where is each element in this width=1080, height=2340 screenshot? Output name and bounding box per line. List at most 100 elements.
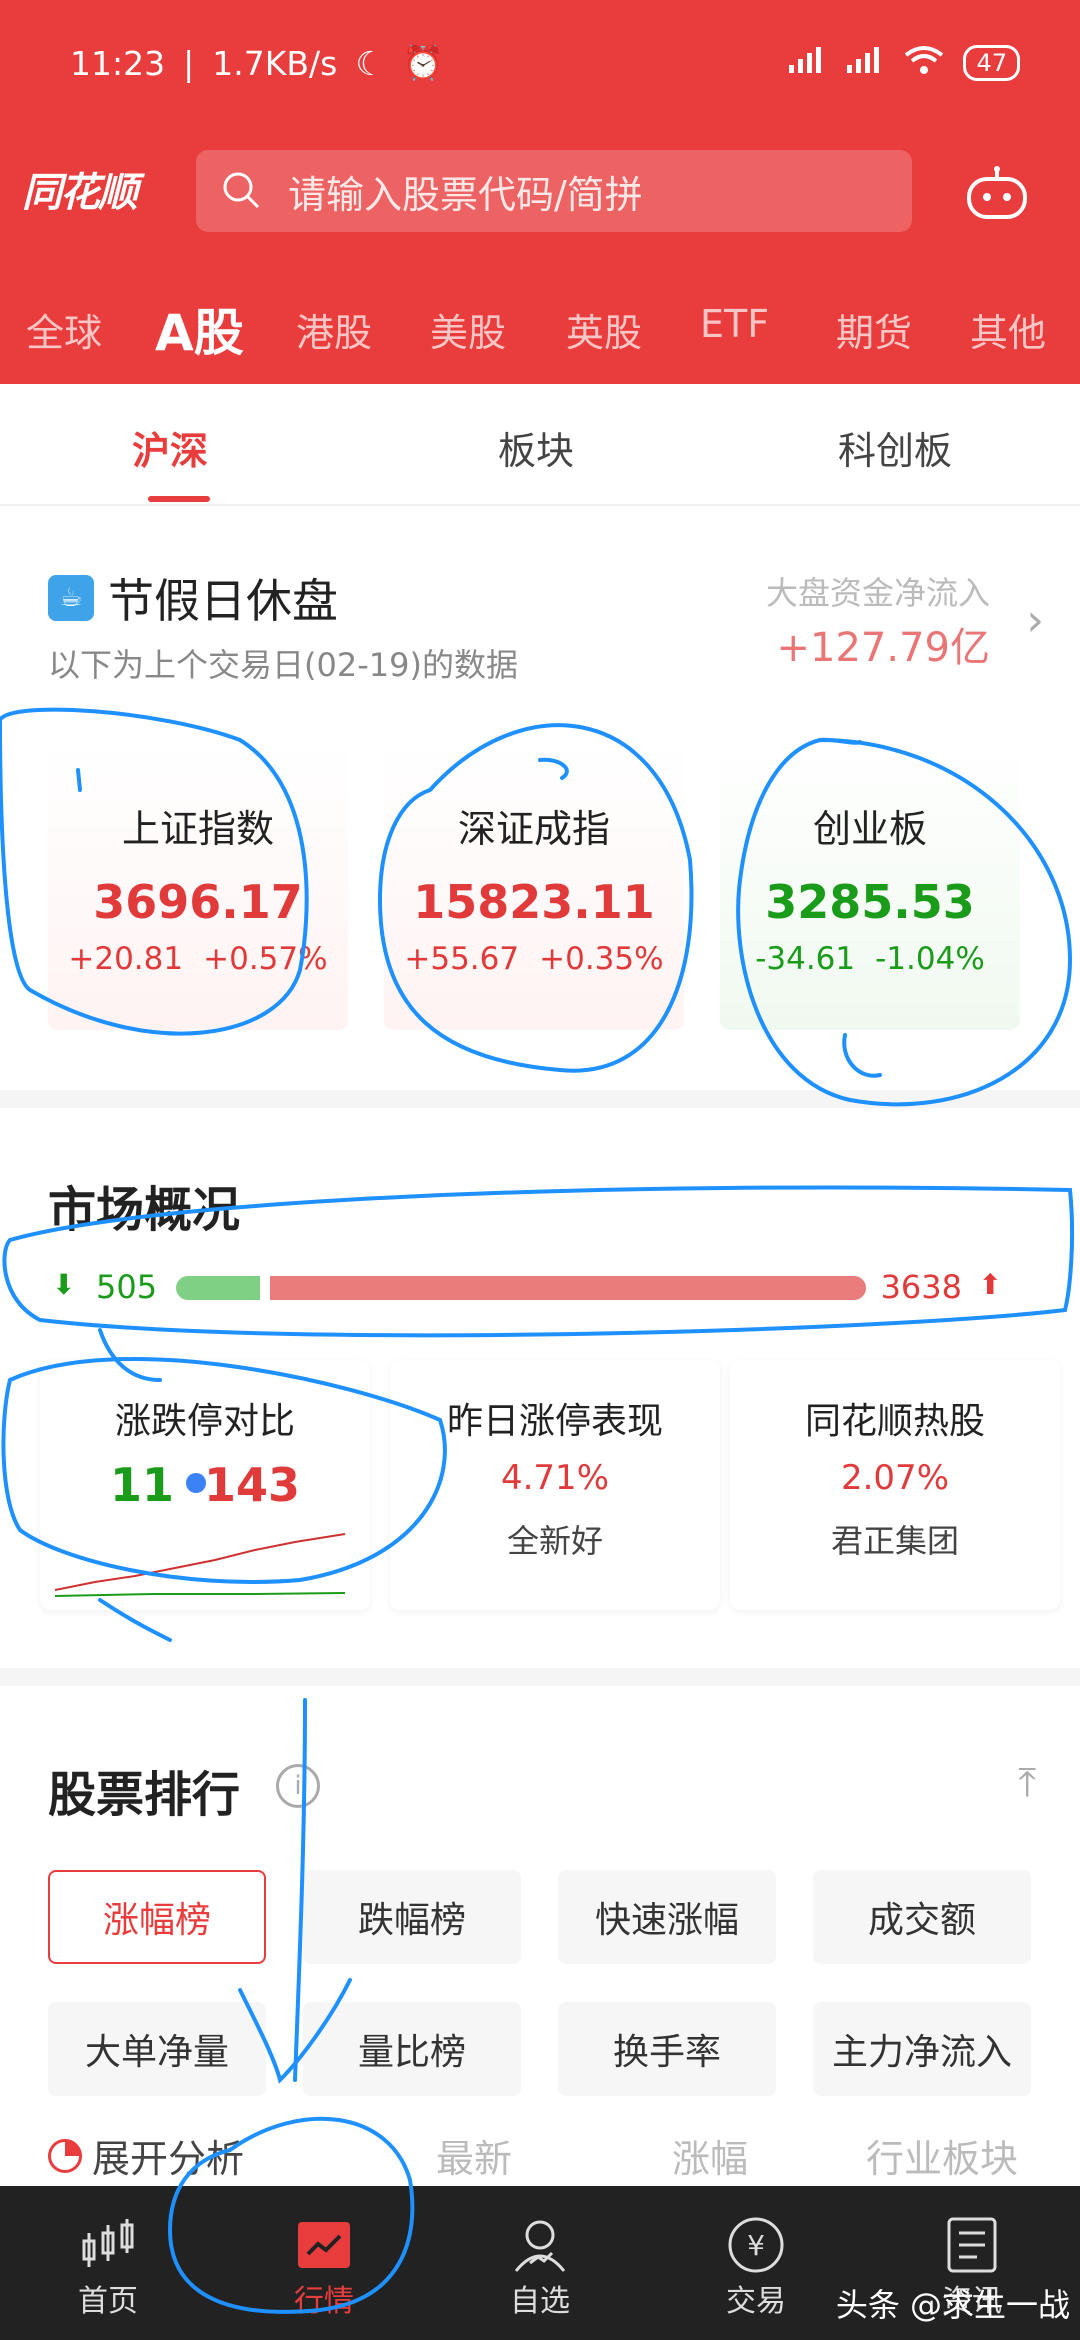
section-divider (0, 1090, 1080, 1108)
index-name: 上证指数 (121, 807, 274, 851)
tab-star-market[interactable]: 科创板 (838, 420, 952, 475)
info-icon[interactable]: i (276, 1764, 320, 1808)
column-change[interactable]: 涨幅 (672, 2128, 748, 2183)
status-divider: | (183, 43, 195, 83)
tab-global[interactable]: 全球 (26, 302, 102, 357)
tab-hushen[interactable]: 沪深 (132, 420, 208, 475)
user-chart-icon (514, 2220, 566, 2272)
svg-text:¥: ¥ (747, 2229, 765, 2262)
card-stock: 君正集团 (830, 1522, 959, 1560)
chevron-right-icon[interactable]: › (1026, 595, 1044, 646)
down-arrow-icon: ⬇ (52, 1268, 76, 1301)
search-icon (223, 172, 260, 209)
chip-turnover-value[interactable]: 成交额 (813, 1870, 1031, 1964)
up-arrow-icon: ⬆ (978, 1268, 1002, 1301)
index-percent: +0.35% (539, 941, 664, 977)
net-inflow-value[interactable]: +127.79亿 (777, 615, 990, 673)
coffee-icon: ☕ (48, 575, 94, 621)
candlestick-icon (82, 2219, 134, 2267)
nav-trade[interactable]: ¥ 交易 (696, 2214, 816, 2320)
index-change: +20.81 (68, 941, 184, 977)
holiday-header: ☕ 节假日休盘 (48, 565, 338, 631)
market-overview-title: 市场概况 (48, 1182, 241, 1238)
advancers-bar (270, 1276, 866, 1300)
battery-icon: 47 (963, 45, 1020, 81)
tab-uk[interactable]: 英股 (566, 302, 642, 357)
index-value: 15823.11 (413, 875, 655, 929)
signal-icon-2 (845, 44, 885, 83)
tab-etf[interactable]: ETF (700, 302, 769, 346)
chip-big-order-net[interactable]: 大单净量 (48, 2002, 266, 2096)
nav-quotes[interactable]: 行情 (264, 2214, 384, 2320)
yesterday-limit-up-card[interactable]: 昨日涨停表现 4.71% 全新好 (390, 1360, 720, 1610)
nav-watchlist[interactable]: 自选 (480, 2214, 600, 2320)
scroll-top-icon[interactable]: ⤒ (1018, 1760, 1036, 1806)
chip-fast-risers[interactable]: 快速涨幅 (558, 1870, 776, 1964)
limit-trend-sparkline (54, 1533, 346, 1597)
expand-analysis-button[interactable]: 展开分析 (48, 2128, 244, 2183)
index-name: 深证成指 (457, 807, 610, 851)
card-stock: 全新好 (506, 1522, 603, 1560)
nav-label: 交易 (726, 2284, 786, 2319)
advancers-count: 3638 (880, 1268, 962, 1306)
decliners-bar (176, 1276, 260, 1300)
card-value: 2.07% (840, 1458, 949, 1498)
index-card-shenzhen[interactable]: 深证成指 15823.11 +55.67 +0.35% (384, 740, 684, 1030)
market-breadth-bar[interactable]: ⬇ 505 3638 ⬆ (52, 1268, 1032, 1308)
section-divider (0, 1668, 1080, 1686)
limit-up-count: 143 (203, 1458, 301, 1512)
limit-down-count: 11 (109, 1458, 174, 1512)
chip-turnover-rate[interactable]: 换手率 (558, 2002, 776, 2096)
trend-chart-icon (298, 2222, 350, 2268)
holiday-subtitle: 以下为上个交易日(02-19)的数据 (48, 646, 518, 684)
column-industry[interactable]: 行业板块 (866, 2128, 1018, 2183)
moon-icon: ☾ (355, 43, 385, 83)
robot-assistant-icon[interactable] (965, 165, 1029, 221)
tab-other[interactable]: 其他 (970, 302, 1046, 357)
search-input[interactable]: 请输入股票代码/简拼 (196, 150, 912, 232)
nav-home[interactable]: 首页 (48, 2214, 168, 2320)
holiday-title: 节假日休盘 (108, 574, 338, 628)
chip-volume-ratio[interactable]: 量比榜 (303, 2002, 521, 2096)
index-name: 创业板 (812, 807, 927, 851)
limit-up-down-card[interactable]: 涨跌停对比 11 143 (40, 1360, 370, 1610)
active-tab-indicator (148, 496, 210, 502)
tab-hk[interactable]: 港股 (296, 302, 372, 357)
chip-top-losers[interactable]: 跌幅榜 (303, 1870, 521, 1964)
decliners-count: 505 (96, 1268, 158, 1306)
index-percent: -1.04% (875, 941, 985, 977)
chip-main-net-inflow[interactable]: 主力净流入 (813, 2002, 1031, 2096)
card-value: 4.71% (500, 1458, 609, 1498)
index-change: +55.67 (404, 941, 520, 977)
status-speed: 1.7KB/s (212, 43, 338, 83)
alarm-icon: ⏰ (402, 43, 444, 82)
status-bar: 11:23 | 1.7KB/s ☾ ⏰ 47 (70, 38, 1020, 88)
pie-chart-icon (48, 2138, 82, 2173)
yuan-icon: ¥ (728, 2217, 784, 2273)
wifi-icon (903, 44, 945, 83)
hot-stocks-card[interactable]: 同花顺热股 2.07% 君正集团 (730, 1360, 1060, 1610)
search-placeholder: 请输入股票代码/简拼 (288, 172, 643, 217)
tab-us[interactable]: 美股 (430, 302, 506, 357)
tab-a-share[interactable]: A股 (155, 293, 244, 365)
index-percent: +0.57% (203, 941, 328, 977)
nav-label: 自选 (510, 2284, 570, 2319)
nav-label: 首页 (78, 2284, 138, 2319)
index-value: 3696.17 (93, 875, 303, 929)
index-change: -34.61 (755, 941, 856, 977)
tab-futures[interactable]: 期货 (836, 302, 912, 357)
index-card-shanghai[interactable]: 上证指数 3696.17 +20.81 +0.57% (48, 740, 348, 1030)
column-latest[interactable]: 最新 (436, 2128, 512, 2183)
market-tabs: 全球 A股 港股 美股 英股 ETF 期货 其他 (0, 290, 1080, 362)
index-card-chinext[interactable]: 创业板 3285.53 -34.61 -1.04% (720, 740, 1020, 1030)
net-inflow-label[interactable]: 大盘资金净流入 (766, 568, 990, 614)
sub-tabs: 沪深 板块 科创板 (0, 384, 1080, 506)
signal-icon (787, 44, 827, 83)
index-value: 3285.53 (765, 875, 975, 929)
nav-label: 行情 (294, 2284, 354, 2319)
document-icon (947, 2217, 997, 2273)
stock-ranking-title: 股票排行 (48, 1767, 241, 1823)
status-time: 11:23 (70, 43, 166, 83)
chip-top-gainers[interactable]: 涨幅榜 (48, 1870, 266, 1964)
tab-sectors[interactable]: 板块 (498, 420, 574, 475)
